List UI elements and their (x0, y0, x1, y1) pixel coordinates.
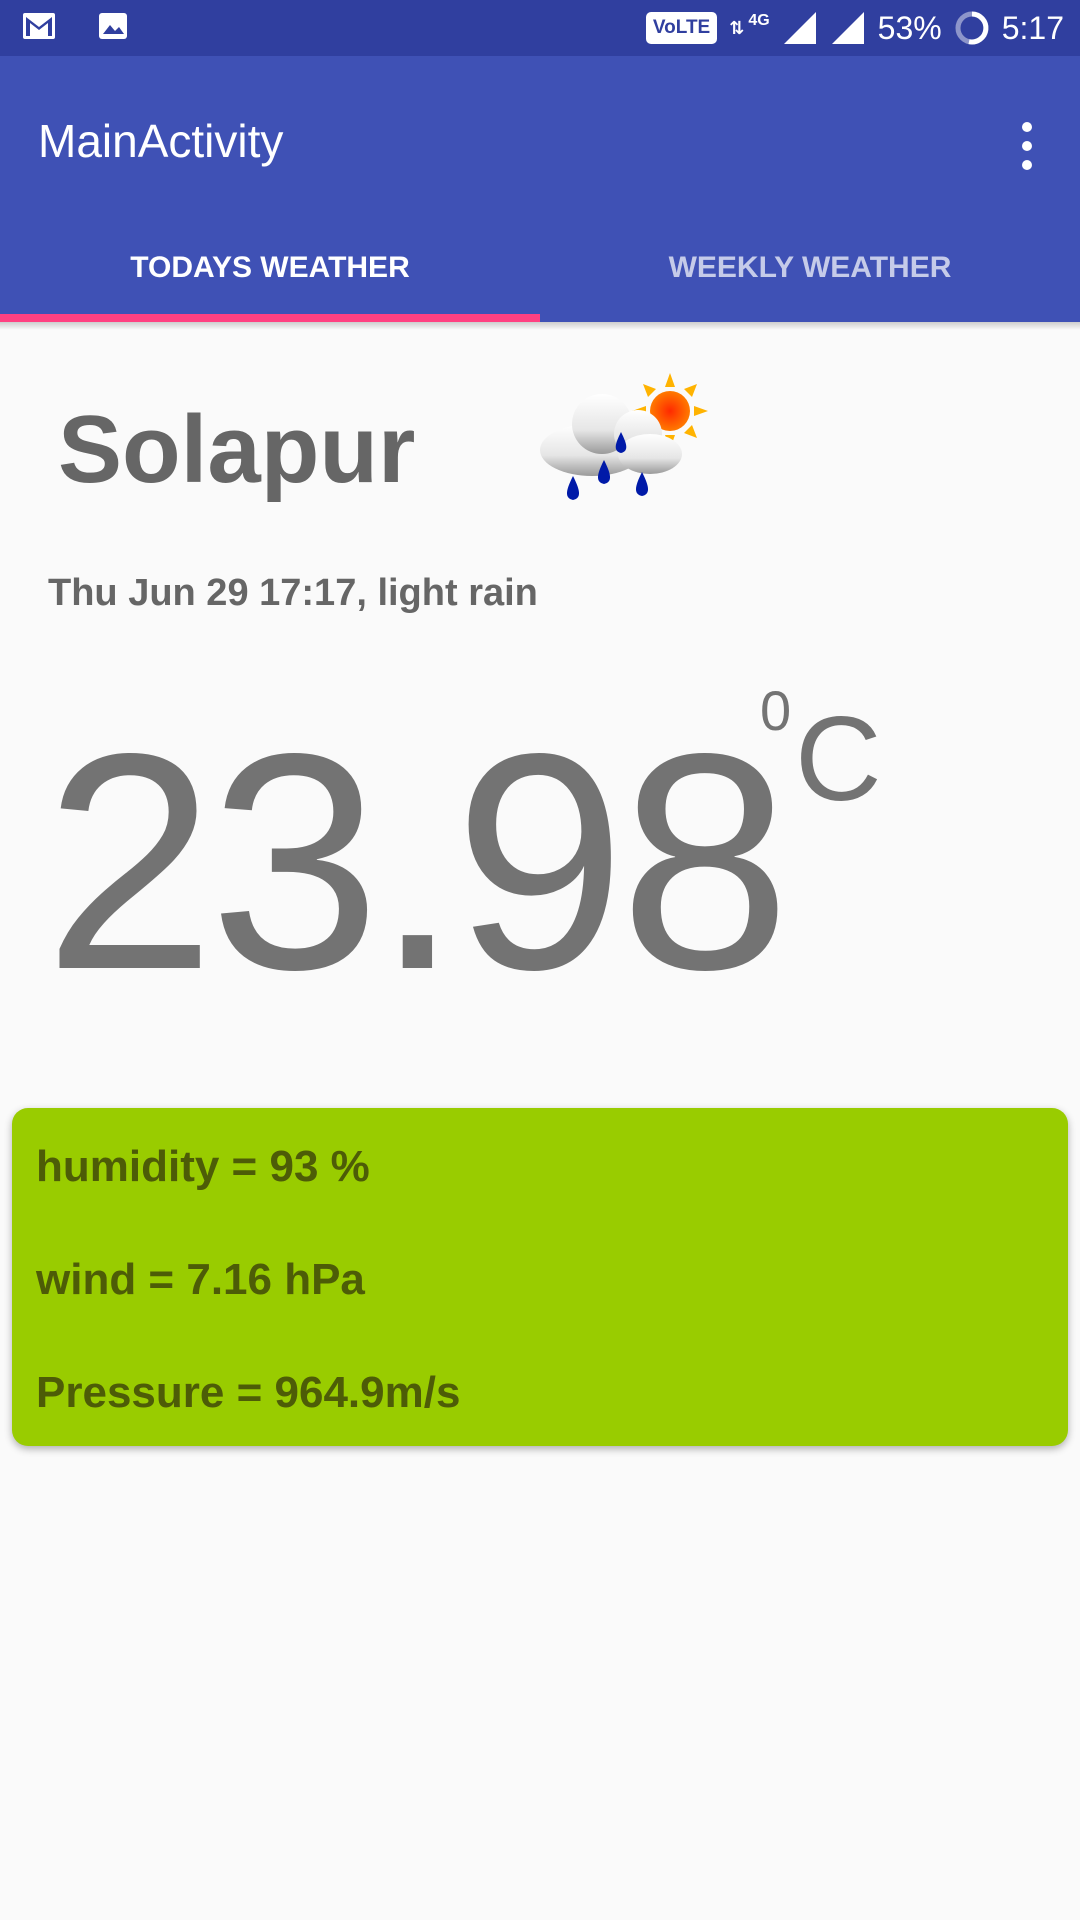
wind-text: wind = 7.16 hPa (36, 1255, 365, 1304)
app-bar-shadow (0, 322, 1080, 330)
signal-icon (831, 12, 864, 44)
signal-icon (783, 12, 816, 44)
degree-symbol: 0 (760, 679, 792, 742)
rain-sun-icon (540, 373, 708, 500)
volte-badge: VoLTE (645, 12, 718, 44)
details-card: humidity = 93 % wind = 7.16 hPa Pressure… (12, 1108, 1068, 1446)
gmail-icon (23, 13, 55, 39)
tab-indicator (0, 314, 540, 322)
date-description: Thu Jun 29 17:17, light rain (48, 572, 538, 614)
battery-percentage: 53% (877, 9, 942, 46)
temperature-unit: C (795, 692, 882, 826)
overflow-menu-icon[interactable] (1016, 122, 1040, 170)
app-bar: MainActivity TODAYS WEATHER WEEKLY WEATH… (0, 56, 1080, 322)
temperature-value: 23.98 (44, 690, 791, 1034)
city-name: Solapur (58, 396, 416, 503)
network-type: 4G (748, 12, 770, 29)
app-title: MainActivity (38, 115, 284, 167)
tab-weekly-weather[interactable]: WEEKLY WEATHER (540, 251, 1080, 285)
humidity-text: humidity = 93 % (36, 1142, 370, 1191)
notification-icons (22, 12, 128, 40)
battery-icon (955, 11, 989, 45)
clock: 5:17 (1001, 9, 1064, 46)
data-arrows-icon: ⇅ (729, 17, 745, 38)
tab-todays-weather[interactable]: TODAYS WEATHER (0, 251, 540, 285)
system-icons: VoLTE ⇅ 4G 53% 5:17 (645, 6, 1064, 50)
pressure-text: Pressure = 964.9m/s (36, 1368, 461, 1417)
status-bar: VoLTE ⇅ 4G 53% 5:17 (0, 0, 1080, 56)
image-icon (99, 13, 127, 39)
